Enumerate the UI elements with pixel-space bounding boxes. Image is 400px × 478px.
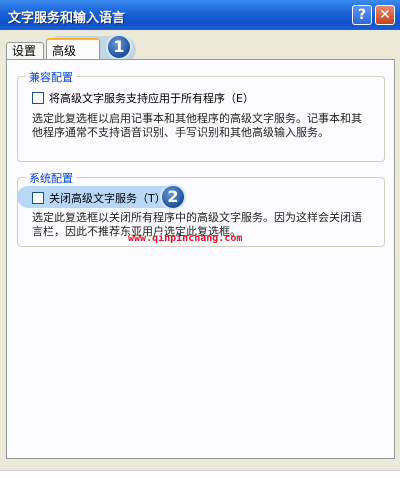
step-1-badge: 1 — [106, 34, 132, 60]
system-group-legend: 系统配置 — [26, 170, 76, 186]
system-checkbox-row[interactable]: 关闭高级文字服务（T） — [32, 190, 166, 206]
tab-pane-advanced: 兼容配置 将高级文字服务支持应用于所有程序（E） 选定此复选框以启用记事本和其他… — [6, 59, 395, 459]
compat-group-legend: 兼容配置 — [26, 69, 76, 85]
system-checkbox-label[interactable]: 关闭高级文字服务（T） — [49, 190, 166, 206]
dialog-window: 文字服务和输入语言 ? ✕ 设置 高级 1 兼容配置 将高级文字服务支持应用于所… — [0, 0, 400, 471]
window-title: 文字服务和输入语言 — [8, 11, 126, 26]
title-bar[interactable]: 文字服务和输入语言 ? ✕ — [0, 0, 400, 30]
system-checkbox[interactable] — [32, 192, 44, 204]
compat-checkbox[interactable] — [32, 92, 44, 104]
compat-description: 选定此复选框以启用记事本和其他程序的高级文字服务。记事本和其他程序通常不支持语音… — [32, 112, 362, 139]
close-button[interactable]: ✕ — [375, 5, 395, 25]
compat-checkbox-row[interactable]: 将高级文字服务支持应用于所有程序（E） — [32, 90, 254, 106]
step-2-badge: 2 — [160, 184, 186, 210]
tab-advanced[interactable]: 高级 — [46, 38, 100, 60]
watermark-text: www.qinpinchang.com — [128, 233, 243, 244]
compat-checkbox-label[interactable]: 将高级文字服务支持应用于所有程序（E） — [49, 90, 254, 106]
help-button[interactable]: ? — [352, 5, 372, 25]
compat-config-group: 兼容配置 将高级文字服务支持应用于所有程序（E） 选定此复选框以启用记事本和其他… — [17, 69, 385, 162]
tab-settings[interactable]: 设置 — [6, 42, 44, 60]
